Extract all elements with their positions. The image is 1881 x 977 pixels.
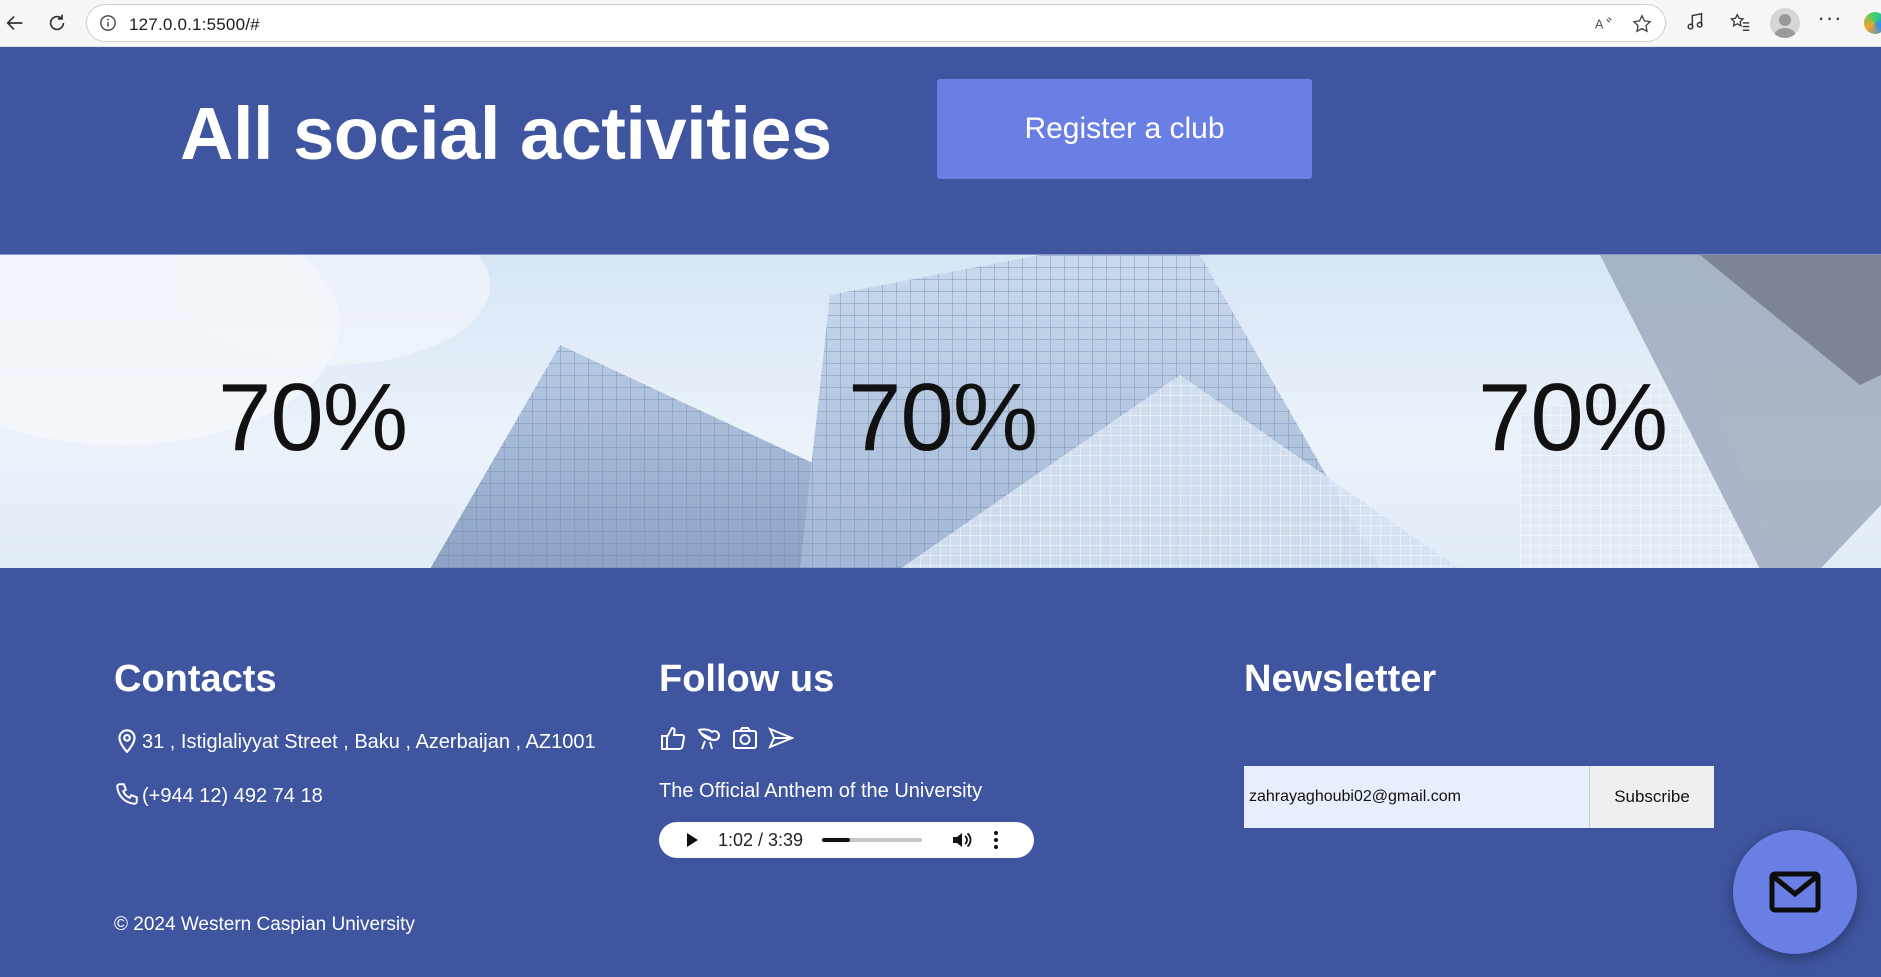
more-menu-button[interactable]: ··· xyxy=(1816,7,1844,36)
anthem-label: The Official Anthem of the University xyxy=(659,780,983,802)
person-icon xyxy=(1774,14,1796,38)
stat-value-3: 70% xyxy=(1478,364,1668,471)
send-icon[interactable] xyxy=(767,724,795,752)
anthem-audio-player[interactable]: 1:02 / 3:39 xyxy=(659,822,1034,858)
read-aloud-icon[interactable]: A xyxy=(1593,13,1615,35)
address-row: 31 , Istiglaliyyat Street , Baku , Azerb… xyxy=(114,726,596,754)
favorites-button[interactable] xyxy=(1728,10,1752,34)
address-text: 31 , Istiglaliyyat Street , Baku , Azerb… xyxy=(142,731,596,753)
audio-options-icon[interactable] xyxy=(990,829,1002,851)
mail-icon xyxy=(1769,871,1821,913)
volume-icon[interactable] xyxy=(950,829,972,851)
stat-value-1: 70% xyxy=(218,364,408,471)
camera-icon[interactable] xyxy=(731,724,759,752)
url-text: 127.0.0.1:5500/# xyxy=(129,15,260,34)
copilot-icon[interactable] xyxy=(1864,12,1881,34)
profile-avatar[interactable] xyxy=(1770,8,1800,38)
address-bar[interactable]: 127.0.0.1:5500/# A xyxy=(86,4,1666,42)
phone-icon xyxy=(116,783,138,805)
back-button[interactable] xyxy=(0,8,30,38)
thumbs-up-icon[interactable] xyxy=(659,724,687,752)
phone-text: (+944 12) 492 74 18 xyxy=(142,785,323,807)
back-arrow-icon xyxy=(6,15,23,31)
media-control-button[interactable] xyxy=(1684,10,1708,34)
social-links xyxy=(659,724,795,752)
stat-value-2: 70% xyxy=(848,364,1038,471)
contact-mail-button[interactable] xyxy=(1733,830,1857,954)
phone-row: (+944 12) 492 74 18 xyxy=(114,780,323,808)
follow-us-heading: Follow us xyxy=(659,658,835,700)
subscribe-button[interactable]: Subscribe xyxy=(1589,766,1714,828)
audio-time: 1:02 / 3:39 xyxy=(718,830,804,850)
location-pin-icon xyxy=(118,729,136,754)
newsletter-heading: Newsletter xyxy=(1244,658,1437,700)
bird-icon[interactable] xyxy=(695,724,723,752)
activities-header: All social activities Register a club xyxy=(0,47,1881,254)
contacts-heading: Contacts xyxy=(114,658,277,700)
favorite-star-icon[interactable] xyxy=(1631,13,1653,35)
site-footer: Contacts 31 , Istiglaliyyat Street , Bak… xyxy=(0,568,1881,977)
audio-progress-fill xyxy=(822,838,850,842)
browser-toolbar: 127.0.0.1:5500/# A ··· xyxy=(0,0,1881,47)
reload-icon xyxy=(49,14,65,31)
music-note-icon xyxy=(1687,12,1703,30)
play-icon[interactable] xyxy=(683,831,701,849)
stats-section: 70% 70% 70% xyxy=(0,254,1881,568)
audio-progress-track[interactable] xyxy=(822,838,922,842)
favorites-list-icon xyxy=(1729,13,1750,31)
reload-button[interactable] xyxy=(42,8,72,38)
site-info-icon[interactable] xyxy=(99,14,117,32)
copyright-text: © 2024 Western Caspian University xyxy=(114,914,415,935)
svg-text:A: A xyxy=(1595,17,1604,32)
newsletter-email-input[interactable] xyxy=(1244,766,1589,828)
newsletter-form: Subscribe xyxy=(1244,766,1714,828)
register-club-button[interactable]: Register a club xyxy=(937,79,1312,179)
page-title: All social activities xyxy=(180,92,832,175)
